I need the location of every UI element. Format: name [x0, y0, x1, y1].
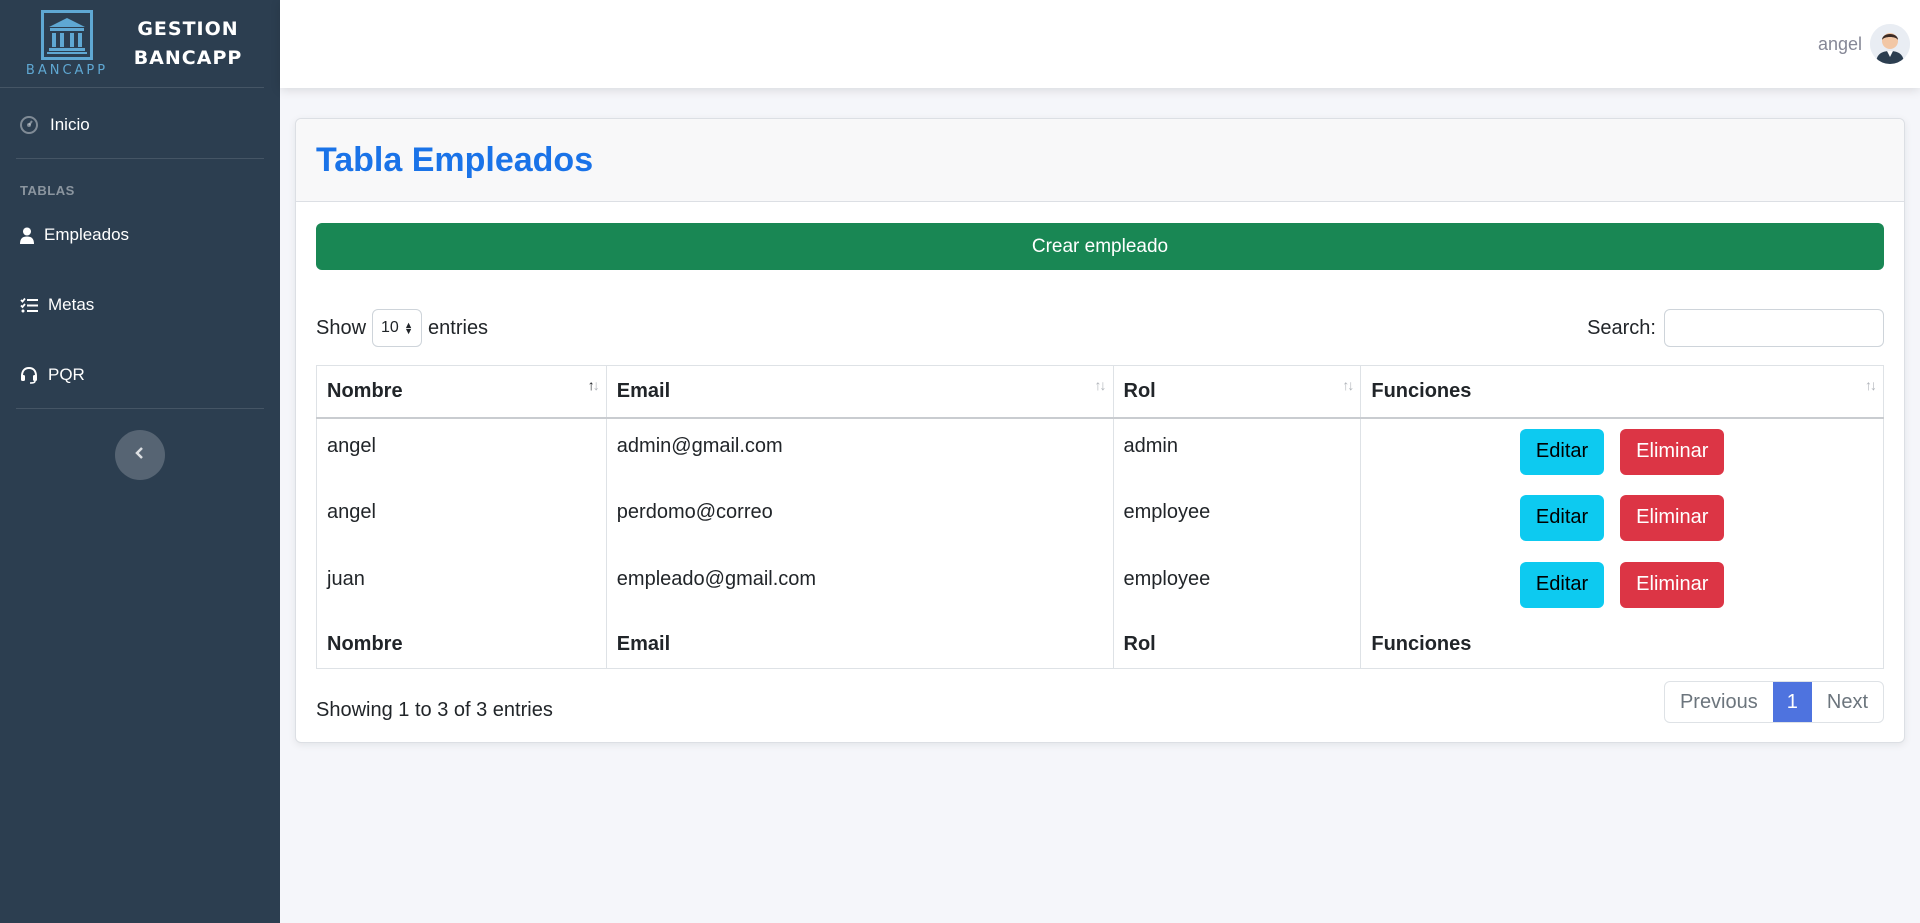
footer-email: Email	[605, 618, 1114, 669]
select-caret-icon: ▲ ▼	[404, 320, 414, 336]
cell-rol: admin	[1112, 417, 1362, 485]
nav-divider	[16, 408, 264, 409]
cell-funciones: Editar Eliminar	[1360, 551, 1884, 619]
entries-length-control: Show 10 ▲ ▼ entries	[316, 309, 488, 347]
sidebar-item-label: PQR	[48, 365, 85, 384]
search-input[interactable]	[1664, 309, 1884, 347]
column-header-label: Nombre	[327, 379, 403, 402]
bank-building-icon	[41, 10, 93, 60]
nav-divider	[16, 158, 264, 159]
cell-funciones: Editar Eliminar	[1360, 484, 1884, 552]
cell-email: perdomo@correo	[605, 484, 1114, 552]
user-name[interactable]: angel	[1818, 34, 1862, 55]
sidebar-item-metas[interactable]: Metas	[20, 295, 94, 315]
footer-rol: Rol	[1112, 618, 1362, 669]
brand-logo: BANCAPP	[24, 9, 110, 78]
card-header: Tabla Empleados	[296, 119, 1904, 202]
sidebar-item-empleados[interactable]: Empleados	[20, 225, 129, 245]
sidebar-collapse-button[interactable]	[115, 430, 165, 480]
edit-button[interactable]: Editar	[1519, 561, 1605, 608]
column-header-label: Email	[616, 379, 671, 402]
footer-nombre: Nombre	[316, 618, 607, 669]
delete-button[interactable]: Eliminar	[1620, 428, 1725, 475]
tasks-list-icon	[20, 296, 38, 314]
table-row: juan empleado@gmail.com employee Editar E…	[316, 551, 1884, 619]
edit-button[interactable]: Editar	[1519, 494, 1605, 541]
nav-heading-tablas: TABLAS	[20, 183, 75, 198]
employees-table: Nombre ↑↓ Email ↑↓ Rol ↑↓ Funciones ↑↓ a…	[316, 365, 1884, 669]
cell-email: admin@gmail.com	[605, 417, 1114, 485]
brand-name-line1: GESTION	[137, 17, 239, 40]
brand[interactable]: BANCAPP GESTION BANCAPP	[0, 0, 264, 88]
entries-label: entries	[428, 316, 489, 339]
chevron-left-icon	[134, 446, 146, 465]
sidebar: BANCAPP GESTION BANCAPP Inicio TABLAS Em…	[0, 0, 280, 923]
brand-name-line2: BANCAPP	[133, 46, 243, 69]
edit-button[interactable]: Editar	[1519, 428, 1605, 475]
cell-nombre: juan	[316, 551, 607, 619]
column-header-funciones[interactable]: Funciones ↑↓	[1360, 365, 1884, 419]
brand-name: GESTION BANCAPP	[130, 15, 246, 73]
page-1-button[interactable]: 1	[1772, 682, 1812, 722]
pagination: Previous 1 Next	[1663, 681, 1884, 723]
sidebar-item-inicio[interactable]: Inicio	[20, 115, 90, 135]
column-header-rol[interactable]: Rol ↑↓	[1112, 365, 1362, 419]
column-header-label: Funciones	[1371, 379, 1472, 402]
entries-select[interactable]: 10 ▲ ▼	[372, 309, 423, 347]
column-header-label: Rol	[1123, 379, 1156, 402]
entries-select-value: 10	[381, 319, 399, 336]
sort-icon: ↑↓	[1094, 377, 1107, 393]
column-header-nombre[interactable]: Nombre ↑↓	[316, 365, 607, 419]
user-icon	[20, 226, 34, 244]
cell-funciones: Editar Eliminar	[1360, 417, 1884, 485]
brand-logo-text: BANCAPP	[25, 63, 109, 78]
table-footer-row: Nombre Email Rol Funciones	[316, 618, 1884, 669]
table-info: Showing 1 to 3 of 3 entries	[316, 699, 553, 721]
footer-funciones: Funciones	[1360, 618, 1884, 669]
delete-button[interactable]: Eliminar	[1620, 561, 1725, 608]
delete-button[interactable]: Eliminar	[1620, 494, 1725, 541]
cell-rol: employee	[1112, 551, 1362, 619]
sort-icon: ↑↓	[1342, 377, 1354, 393]
table-row: angel admin@gmail.com admin Editar Elimin…	[316, 417, 1884, 485]
show-label: Show	[316, 316, 367, 339]
table-search-control: Search:	[1587, 309, 1884, 347]
user-avatar[interactable]	[1870, 24, 1910, 64]
sidebar-item-pqr[interactable]: PQR	[20, 365, 85, 385]
create-employee-button[interactable]: Crear empleado	[316, 223, 1884, 270]
sort-icon: ↑↓	[1865, 377, 1877, 393]
cell-email: empleado@gmail.com	[605, 551, 1114, 619]
dashboard-icon	[20, 116, 38, 134]
next-page-button[interactable]: Next	[1812, 682, 1883, 722]
sort-ascending-icon: ↑↓	[587, 377, 600, 393]
column-header-email[interactable]: Email ↑↓	[605, 365, 1114, 419]
cell-nombre: angel	[316, 484, 607, 552]
cell-rol: employee	[1112, 484, 1362, 552]
page-title: Tabla Empleados	[316, 140, 594, 179]
sidebar-item-label: Metas	[48, 295, 95, 314]
employees-card: Tabla Empleados Crear empleado Show 10 ▲…	[295, 118, 1905, 743]
sidebar-item-label: Empleados	[44, 225, 130, 244]
table-header-row: Nombre ↑↓ Email ↑↓ Rol ↑↓ Funciones ↑↓	[316, 365, 1884, 419]
topbar: angel	[280, 0, 1920, 88]
search-label: Search:	[1587, 316, 1656, 339]
table-row: angel perdomo@correo employee Editar Elim…	[316, 484, 1884, 552]
cell-nombre: angel	[316, 417, 607, 485]
headset-icon	[20, 366, 38, 384]
previous-page-button[interactable]: Previous	[1665, 682, 1773, 722]
sidebar-item-label: Inicio	[50, 115, 90, 134]
